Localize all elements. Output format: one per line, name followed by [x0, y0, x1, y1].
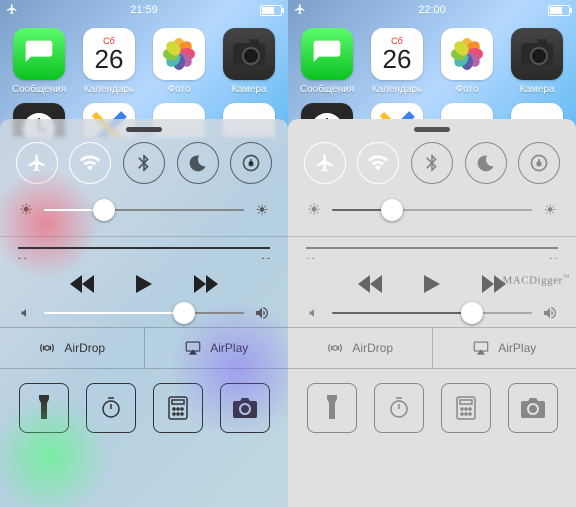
app-calendar[interactable]: Сб 26 Календарь: [367, 28, 427, 95]
cc-toggles: [288, 142, 576, 184]
flashlight-button[interactable]: [19, 383, 69, 433]
status-bar: 22:00: [288, 0, 576, 20]
battery-icon: [548, 5, 570, 16]
volume-low-icon: [18, 307, 34, 319]
app-messages[interactable]: Сообщения: [9, 28, 69, 95]
toggle-dnd[interactable]: [465, 142, 507, 184]
home-row: Сообщения Сб 26 Календарь: [288, 20, 576, 97]
app-camera[interactable]: Камера: [507, 28, 567, 95]
toggle-wifi[interactable]: [357, 142, 399, 184]
photos-icon: [441, 28, 493, 80]
volume-high-icon: [254, 305, 270, 321]
timer-button[interactable]: [374, 383, 424, 433]
play-button[interactable]: [424, 275, 440, 293]
airdrop-button[interactable]: AirDrop: [0, 328, 144, 368]
app-label: Календарь: [372, 84, 422, 95]
brightness-low-icon: ☀: [18, 200, 34, 220]
track-scrubber[interactable]: [18, 247, 270, 249]
timer-button[interactable]: [86, 383, 136, 433]
app-messages[interactable]: Сообщения: [297, 28, 357, 95]
app-label: Фото: [168, 84, 191, 95]
cc-grabber[interactable]: [414, 127, 450, 132]
battery-icon: [260, 5, 282, 16]
app-label: Камера: [232, 84, 267, 95]
toggle-dnd[interactable]: [177, 142, 219, 184]
status-bar: 21:59: [0, 0, 288, 20]
brightness-high-icon: ☀: [542, 201, 558, 219]
track-times: - - - -: [288, 253, 576, 263]
brightness-high-icon: ☀: [254, 201, 270, 219]
messages-icon: [13, 28, 65, 80]
app-label: Календарь: [84, 84, 134, 95]
brightness-low-icon: ☀: [306, 200, 322, 220]
app-camera[interactable]: Камера: [219, 28, 279, 95]
calculator-button[interactable]: [153, 383, 203, 433]
airplay-button[interactable]: AirPlay: [144, 328, 289, 368]
app-label: Камера: [520, 84, 555, 95]
volume-high-icon: [542, 305, 558, 321]
app-label: Сообщения: [12, 84, 66, 95]
toggle-rotation-lock[interactable]: [230, 142, 272, 184]
control-center: MACDigger™ ☀ ☀ - - - -: [288, 119, 576, 507]
status-time: 21:59: [0, 4, 288, 16]
media-buttons: [0, 263, 288, 299]
calendar-icon: Сб 26: [371, 28, 423, 80]
screen-left: 21:59 Сообщения Сб 26 Календарь: [0, 0, 288, 507]
app-photos[interactable]: Фото: [437, 28, 497, 95]
brightness-slider[interactable]: ☀ ☀: [0, 184, 288, 226]
volume-low-icon: [306, 307, 322, 319]
messages-icon: [301, 28, 353, 80]
track-times: - - - -: [0, 253, 288, 263]
status-time: 22:00: [288, 4, 576, 16]
watermark: MACDigger™: [503, 273, 570, 287]
camera-button[interactable]: [508, 383, 558, 433]
camera-icon: [511, 28, 563, 80]
app-calendar[interactable]: Сб 26 Календарь: [79, 28, 139, 95]
airdrop-button[interactable]: AirDrop: [288, 328, 432, 368]
app-photos[interactable]: Фото: [149, 28, 209, 95]
calculator-button[interactable]: [441, 383, 491, 433]
brightness-slider[interactable]: ☀ ☀: [288, 184, 576, 226]
flashlight-button[interactable]: [307, 383, 357, 433]
photos-icon: [153, 28, 205, 80]
cc-toggles: [0, 142, 288, 184]
control-center: ☀ ☀ - - - - AirDrop AirPl: [0, 119, 288, 507]
toggle-bluetooth[interactable]: [411, 142, 453, 184]
toggle-rotation-lock[interactable]: [518, 142, 560, 184]
volume-slider[interactable]: [0, 299, 288, 327]
prev-button[interactable]: [358, 275, 382, 293]
play-button[interactable]: [136, 275, 152, 293]
airplay-button[interactable]: AirPlay: [432, 328, 576, 368]
toggle-airplane[interactable]: [16, 142, 58, 184]
app-label: Сообщения: [300, 84, 354, 95]
toggle-airplane[interactable]: [304, 142, 346, 184]
share-row: AirDrop AirPlay: [288, 327, 576, 369]
toggle-wifi[interactable]: [69, 142, 111, 184]
screen-right: 22:00 Сообщения Сб 26 Календарь: [288, 0, 576, 507]
camera-icon: [223, 28, 275, 80]
camera-button[interactable]: [220, 383, 270, 433]
next-button[interactable]: [194, 275, 218, 293]
prev-button[interactable]: [70, 275, 94, 293]
app-label: Фото: [456, 84, 479, 95]
calendar-icon: Сб 26: [83, 28, 135, 80]
quick-row: [0, 369, 288, 449]
track-scrubber[interactable]: [306, 247, 558, 249]
share-row: AirDrop AirPlay: [0, 327, 288, 369]
volume-slider[interactable]: [288, 299, 576, 327]
cc-grabber[interactable]: [126, 127, 162, 132]
home-row: Сообщения Сб 26 Календарь: [0, 20, 288, 97]
toggle-bluetooth[interactable]: [123, 142, 165, 184]
quick-row: [288, 369, 576, 449]
